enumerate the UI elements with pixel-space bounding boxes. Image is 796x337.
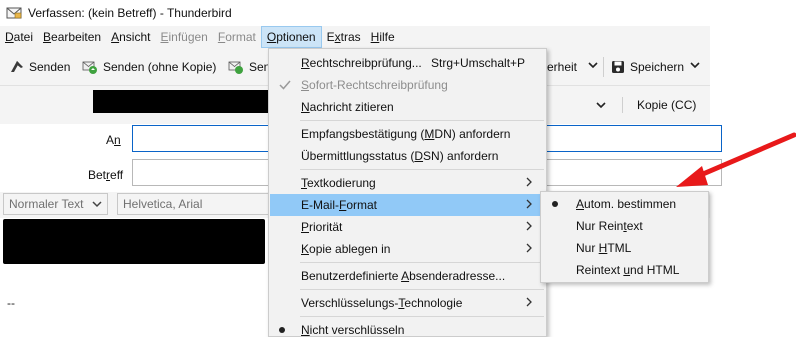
from-chevron-down-icon[interactable] xyxy=(595,100,607,110)
menu-item-label: Sofort-Rechtschreibprüfung xyxy=(301,78,448,92)
menu-item-e-mail-format[interactable]: E-Mail-Format xyxy=(270,194,545,216)
cc-button[interactable]: Kopie (CC) xyxy=(637,98,696,112)
submenu-item-nur-reintext[interactable]: Nur Reintext xyxy=(542,215,707,237)
menu-item-nicht-verschlüsseln[interactable]: Nicht verschlüsseln xyxy=(270,319,545,337)
radio-bullet-icon xyxy=(552,201,558,207)
window-title: Verfassen: (kein Betreff) - Thunderbird xyxy=(28,6,232,20)
chevron-right-icon xyxy=(526,243,532,253)
menu-item-übermittlungsstatus-dsn-anfordern[interactable]: Übermittlungsstatus (DSN) anfordern xyxy=(270,145,545,167)
menubar-extras[interactable]: Extras xyxy=(322,26,366,48)
redacted-body-content xyxy=(3,219,265,264)
chevron-right-icon xyxy=(526,177,532,187)
menu-item-rechtschreibprüfung[interactable]: Rechtschreibprüfung... Strg+Umschalt+P xyxy=(270,52,545,74)
red-arrow-pointer xyxy=(676,132,796,187)
menu-separator xyxy=(300,289,544,290)
compose-envelope-icon xyxy=(6,7,22,19)
chevron-right-icon xyxy=(526,199,532,209)
menu-item-benutzerdefinierte-absenderadresse[interactable]: Benutzerdefinierte Absenderadresse... xyxy=(270,265,545,287)
send-button[interactable]: Senden xyxy=(10,57,70,77)
save-button[interactable]: Speichern xyxy=(611,57,684,77)
submenu-item-nur-html[interactable]: Nur HTML xyxy=(542,237,707,259)
checkmark-icon xyxy=(279,80,291,90)
subject-label: Betreff xyxy=(88,168,124,182)
menu-item-nachricht-zitieren[interactable]: Nachricht zitieren xyxy=(270,96,545,118)
submenu-item-autom-bestimmen[interactable]: Autom. bestimmen xyxy=(542,193,707,215)
security-button[interactable]: erheit xyxy=(547,57,577,77)
menubar-datei[interactable]: Datei xyxy=(0,26,38,48)
menu-item-priorität[interactable]: Priorität xyxy=(270,216,545,238)
submenu-item-reintext-und-html[interactable]: Reintext und HTML xyxy=(542,259,707,281)
send-copy-icon xyxy=(228,61,243,74)
font-select[interactable]: Helvetica, Arial xyxy=(117,193,277,215)
menubar-optionen[interactable]: Optionen xyxy=(260,26,322,48)
menubar-bearbeiten[interactable]: Bearbeiten xyxy=(38,26,106,48)
menu-separator xyxy=(300,316,544,317)
send-icon xyxy=(11,61,23,72)
menu-separator xyxy=(300,120,544,121)
cc-separator xyxy=(622,97,623,113)
menu-item-label: Nicht verschlüsseln xyxy=(301,323,405,337)
menubar-hilfe[interactable]: Hilfe xyxy=(366,26,400,48)
menu-item-label: Rechtschreibprüfung... xyxy=(301,56,422,70)
send-no-copy-button[interactable]: Senden (ohne Kopie) xyxy=(82,57,216,77)
options-menu: Rechtschreibprüfung... Strg+Umschalt+P Sof… xyxy=(268,48,547,337)
redacted-from-address xyxy=(93,90,269,113)
menu-item-label: Kopie ablegen in xyxy=(301,242,391,256)
menubar: Datei Bearbeiten Ansicht Einfügen Format Opti… xyxy=(0,26,710,48)
menu-item-label: Nur Reintext xyxy=(576,219,643,233)
menu-item-label: Nachricht zitieren xyxy=(301,100,394,114)
menu-separator xyxy=(300,169,544,170)
paragraph-format-select[interactable]: Normaler Text xyxy=(3,193,108,215)
menu-item-verschlüsselungs-technologie[interactable]: Verschlüsselungs-Technologie xyxy=(270,292,545,314)
menu-item-accelerator: Strg+Umschalt+P xyxy=(431,56,526,70)
menubar-format[interactable]: Format xyxy=(213,26,261,48)
signature-separator: -- xyxy=(7,296,15,310)
chevron-down-icon xyxy=(92,201,102,208)
save-chevron-down-icon[interactable] xyxy=(690,60,700,70)
menu-item-label: Autom. bestimmen xyxy=(576,197,677,211)
menu-item-kopie-ablegen-in[interactable]: Kopie ablegen in xyxy=(270,238,545,260)
security-chevron-down-icon[interactable] xyxy=(588,60,598,70)
menu-item-textkodierung[interactable]: Textkodierung xyxy=(270,172,545,194)
window-titlebar: Verfassen: (kein Betreff) - Thunderbird xyxy=(0,0,796,26)
menu-item-sofort-rechtschreibprüfung: Sofort-Rechtschreibprüfung xyxy=(270,74,545,96)
menu-item-label: Übermittlungsstatus (DSN) anfordern xyxy=(301,149,499,163)
menu-item-label: Textkodierung xyxy=(301,176,376,190)
chevron-right-icon xyxy=(526,221,532,231)
send-partial-button[interactable]: Sen xyxy=(228,57,270,77)
chevron-right-icon xyxy=(526,297,532,307)
paragraph-format-value: Normaler Text xyxy=(9,197,84,211)
toolbar-separator xyxy=(603,57,604,77)
save-button-label: Speichern xyxy=(630,60,685,74)
radio-bullet-icon xyxy=(279,327,285,333)
send-later-icon xyxy=(82,61,97,74)
menu-item-label: Empfangsbestätigung (MDN) anfordern xyxy=(301,127,511,141)
menubar-ansicht[interactable]: Ansicht xyxy=(106,26,155,48)
menu-item-label: Benutzerdefinierte Absenderadresse... xyxy=(301,269,506,283)
menu-item-label: Verschlüsselungs-Technologie xyxy=(301,296,463,310)
send-button-label: Senden xyxy=(29,60,71,74)
menu-item-label: Nur HTML xyxy=(576,241,632,255)
font-value: Helvetica, Arial xyxy=(123,197,203,211)
menu-item-label: Priorität xyxy=(301,220,343,234)
email-format-submenu: Autom. bestimmen Nur Reintext Nur HTML Rein… xyxy=(540,191,709,283)
menu-separator xyxy=(300,262,544,263)
to-label: An xyxy=(106,133,121,147)
security-label: erheit xyxy=(547,60,578,74)
menu-item-empfangsbestätigung-mdn-anfordern[interactable]: Empfangsbestätigung (MDN) anfordern xyxy=(270,123,545,145)
menu-item-label: E-Mail-Format xyxy=(301,198,378,212)
send-no-copy-label: Senden (ohne Kopie) xyxy=(103,60,217,74)
save-disk-icon xyxy=(612,61,624,73)
menu-item-label: Reintext und HTML xyxy=(576,263,680,277)
menubar-einfügen[interactable]: Einfügen xyxy=(155,26,212,48)
